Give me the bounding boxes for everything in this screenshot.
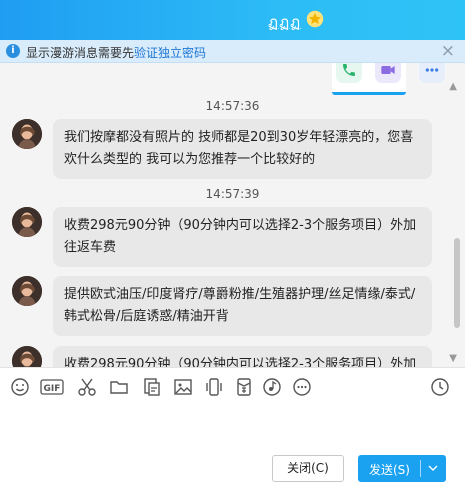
message-bubble[interactable]: 提供欧式油压/印度肾疗/尊爵粉推/生殖器护理/丝足情缘/泰式/韩式松骨/后庭诱惑… — [53, 276, 432, 336]
message-bubble[interactable]: 我们按摩都没有照片的 技师都是20到30岁年轻漂亮的，您喜欢什么类型的 我可以为… — [53, 119, 432, 179]
notice-message: 显示漫游消息需要先 — [26, 46, 135, 60]
star-icon — [306, 10, 324, 28]
notice-text: 显示漫游消息需要先验证独立密码 — [26, 44, 206, 61]
gif-icon[interactable]: GIF — [40, 377, 64, 397]
verify-password-link[interactable]: 验证独立密码 — [134, 46, 206, 60]
avatar[interactable] — [12, 346, 42, 367]
folder-icon[interactable] — [109, 377, 129, 397]
shake-icon[interactable] — [204, 377, 224, 397]
image-text-icon[interactable] — [142, 377, 162, 397]
chat-scrollbar[interactable] — [454, 238, 460, 328]
gif-label: GIF — [44, 384, 61, 394]
scissors-icon[interactable] — [77, 377, 97, 397]
send-button[interactable]: 发送(S) — [358, 455, 446, 482]
music-icon[interactable] — [262, 377, 282, 397]
close-icon[interactable]: × — [441, 41, 455, 61]
emoji-icon[interactable] — [10, 377, 30, 397]
avatar[interactable] — [12, 119, 42, 149]
history-clock-icon[interactable] — [430, 377, 450, 397]
message-input[interactable] — [0, 403, 465, 453]
message-timestamp: 14:57:36 — [205, 99, 260, 113]
more-icon[interactable] — [419, 63, 445, 83]
image-icon[interactable] — [173, 377, 193, 397]
notice-bar: i 显示漫游消息需要先验证独立密码 × — [0, 40, 465, 63]
chevron-down-icon[interactable] — [428, 463, 438, 473]
phone-icon[interactable] — [336, 63, 362, 83]
video-icon[interactable] — [375, 63, 401, 83]
scroll-up-icon[interactable]: ▲ — [449, 81, 457, 92]
send-divider — [420, 460, 421, 477]
scroll-down-icon[interactable]: ▼ — [449, 353, 457, 364]
red-packet-icon[interactable] — [234, 377, 254, 397]
close-button[interactable]: 关闭(C) — [272, 455, 344, 482]
message-bubble[interactable]: 收费298元90分钟（90分钟内可以选择2-3个服务项目）外加往返车费 — [53, 346, 432, 367]
chat-history[interactable]: 14:57:36 我们按摩都没有照片的 技师都是20到30岁年轻漂亮的，您喜欢什… — [0, 63, 465, 367]
avatar[interactable] — [12, 207, 42, 237]
more-icon[interactable] — [292, 377, 312, 397]
title-bar: ฏฏฏ — [0, 0, 465, 40]
message-bubble[interactable]: 收费298元90分钟（90分钟内可以选择2-3个服务项目）外加往返车费 — [53, 207, 432, 267]
window-title: ฏฏฏ — [268, 13, 302, 31]
info-icon: i — [6, 44, 20, 58]
input-toolbar: GIF — [0, 367, 465, 403]
send-label: 发送(S) — [369, 463, 410, 477]
avatar[interactable] — [12, 276, 42, 306]
message-timestamp: 14:57:39 — [205, 187, 260, 201]
